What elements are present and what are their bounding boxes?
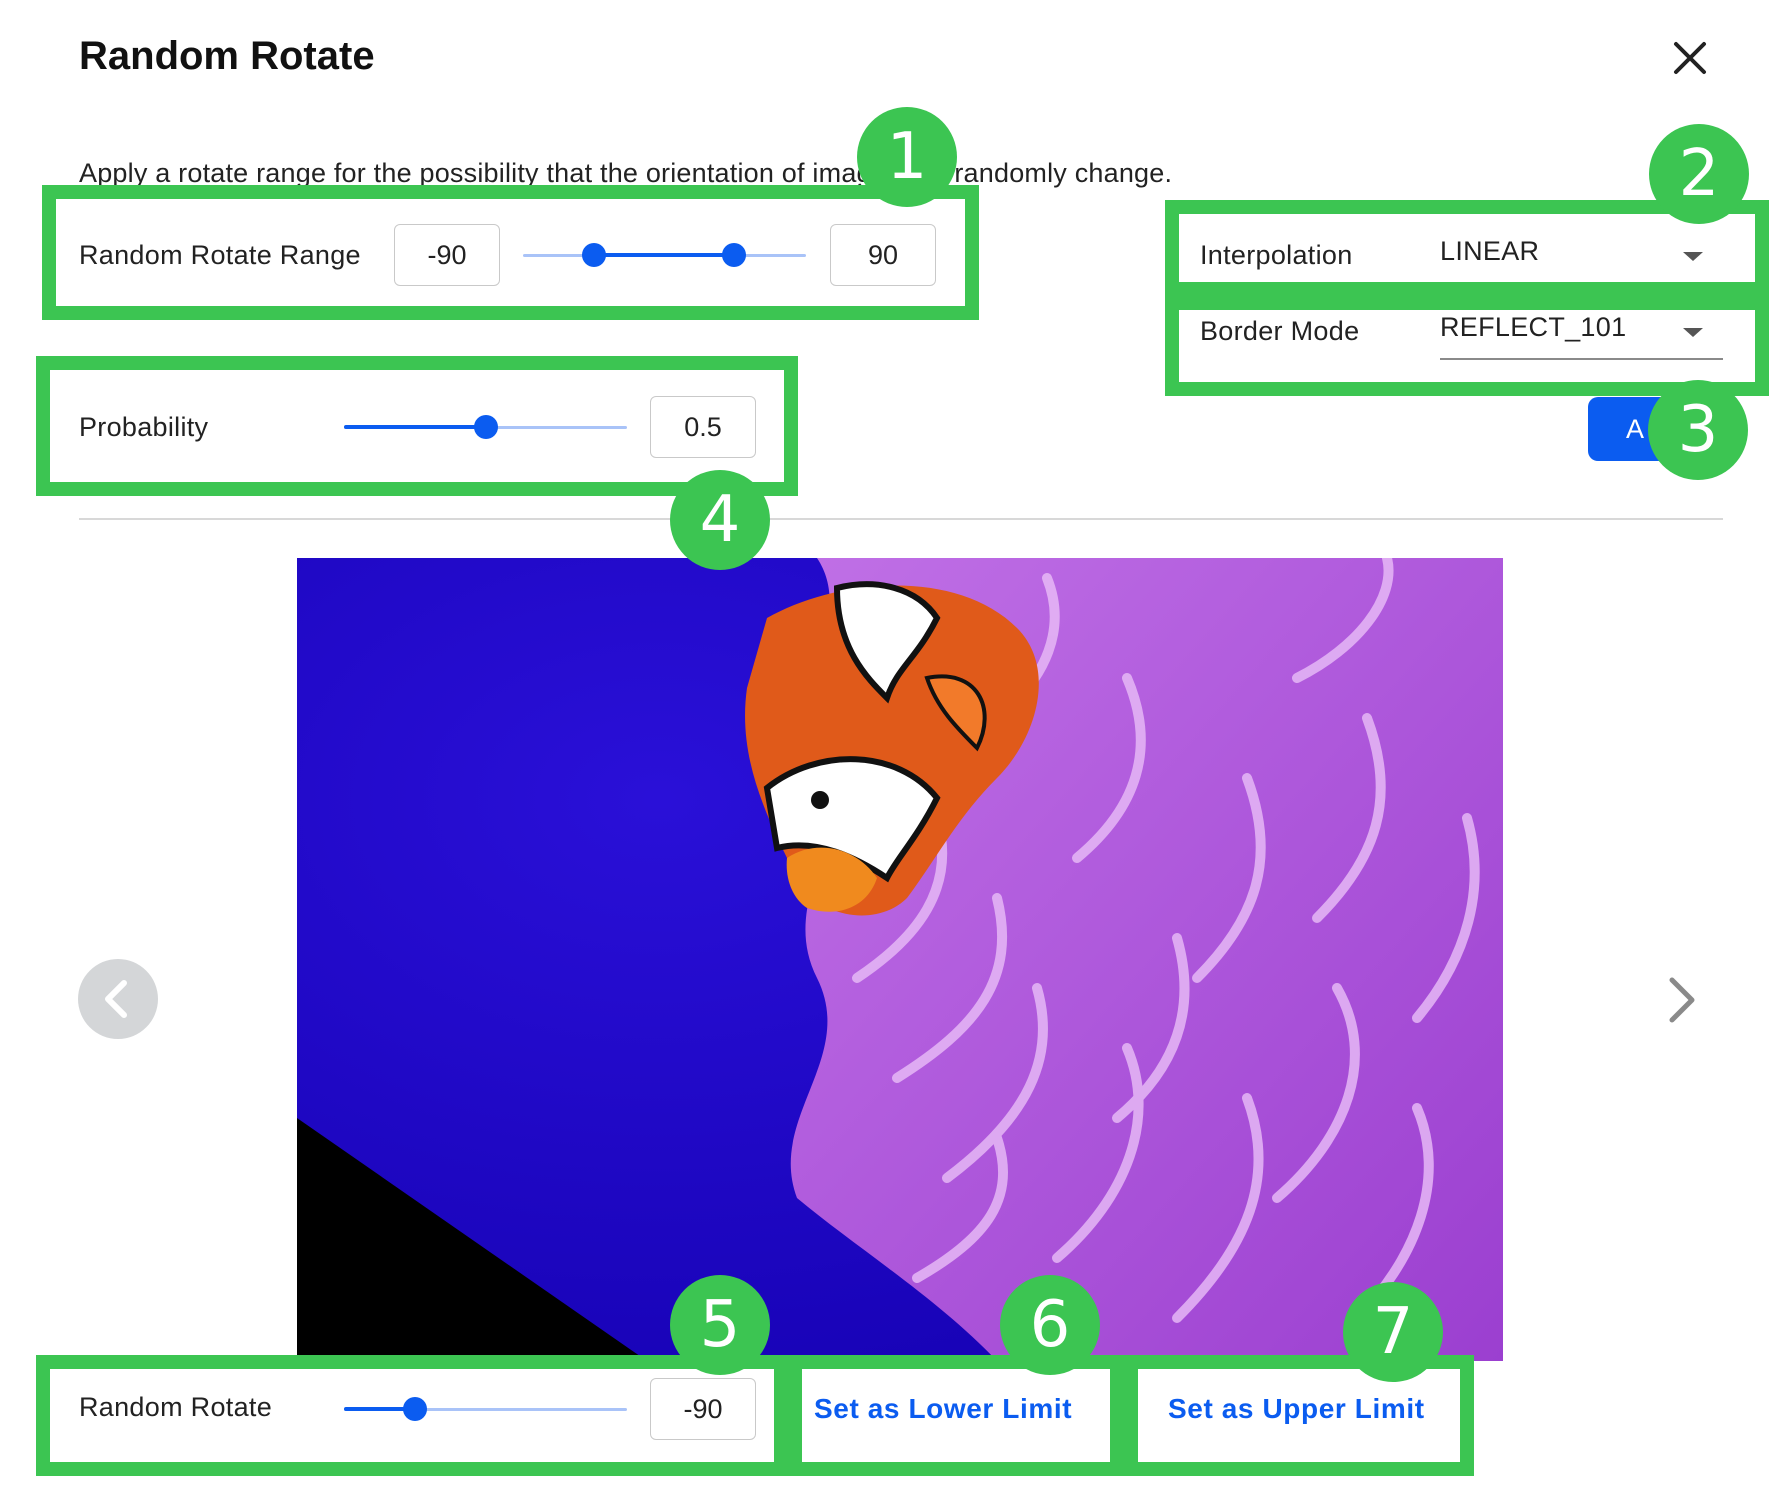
callout-badge-3: 3 [1648, 380, 1748, 480]
next-button[interactable] [1660, 972, 1704, 1028]
previous-button[interactable] [78, 959, 158, 1039]
highlight-box-4 [36, 356, 798, 496]
callout-badge-1: 1 [857, 107, 957, 207]
callout-badge-2: 2 [1649, 124, 1749, 224]
callout-badge-4: 4 [670, 470, 770, 570]
close-icon[interactable] [1668, 36, 1712, 80]
callout-badge-5: 5 [670, 1275, 770, 1375]
apply-button-label: A [1626, 413, 1645, 444]
section-divider [79, 518, 1723, 520]
callout-badge-7: 7 [1343, 1282, 1443, 1382]
dialog-title: Random Rotate [79, 34, 375, 78]
highlight-box-1 [42, 185, 979, 320]
highlight-box-6 [788, 1355, 1124, 1476]
highlight-box-5 [36, 1355, 788, 1476]
callout-badge-6: 6 [1000, 1275, 1100, 1375]
highlight-box-2b [1165, 296, 1769, 396]
highlight-box-7 [1124, 1355, 1474, 1476]
preview-image [297, 558, 1503, 1361]
